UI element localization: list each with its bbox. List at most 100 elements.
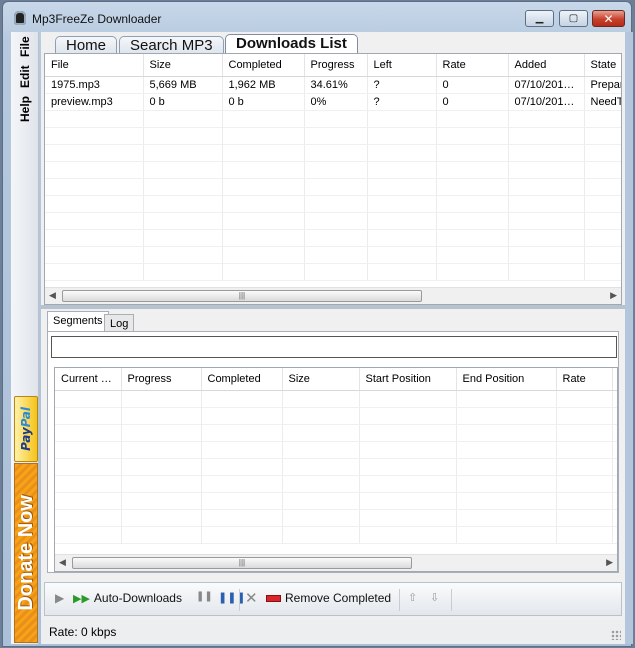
maximize-button[interactable]: ▢	[559, 10, 588, 27]
table-row-empty	[45, 161, 621, 179]
tab-downloads-list[interactable]: Downloads List	[225, 34, 358, 54]
paypal-logo[interactable]: PayPal	[14, 396, 38, 462]
col-completed[interactable]: Completed	[222, 54, 305, 77]
col-completed[interactable]: Completed	[201, 368, 283, 391]
app-window: Mp3FreeZe Downloader ▁ ▢ ✕ File Edit Hel…	[2, 1, 633, 647]
col-progress[interactable]: Progress	[121, 368, 202, 391]
table-row-empty	[45, 127, 621, 145]
cell-file: preview.mp3	[45, 93, 144, 111]
window-title: Mp3FreeZe Downloader	[32, 12, 162, 26]
move-down-icon[interactable]: ⇩	[430, 591, 439, 604]
maximize-icon: ▢	[568, 13, 579, 24]
table-row[interactable]: 1975.mp3 5,669 MB 1,962 MB 34.61% ? 0 07…	[45, 76, 621, 94]
table-row-empty	[45, 110, 621, 128]
downloads-horizontal-scrollbar[interactable]: ◀ ||| ▶	[45, 287, 621, 304]
table-row-empty	[45, 229, 621, 247]
cell-state: NeedT	[584, 93, 621, 111]
col-state[interactable]: State	[584, 54, 621, 77]
col-extra[interactable]: I	[612, 368, 617, 391]
segments-progress-field	[51, 336, 617, 358]
status-rate: Rate: 0 kbps	[49, 625, 117, 639]
cell-progress: 34.61%	[304, 76, 368, 94]
scrollbar-thumb[interactable]: |||	[62, 290, 422, 302]
scroll-left-icon[interactable]: ◀	[49, 290, 56, 301]
remove-completed-button[interactable]: Remove Completed	[266, 591, 391, 605]
cell-progress: 0%	[304, 93, 368, 111]
col-added[interactable]: Added	[508, 54, 585, 77]
segments-horizontal-scrollbar[interactable]: ◀ ||| ▶	[55, 554, 617, 571]
resize-grip-icon[interactable]	[611, 630, 621, 640]
menu-file[interactable]: File	[13, 34, 37, 60]
table-row-empty	[55, 390, 617, 408]
col-rate[interactable]: Rate	[436, 54, 509, 77]
cell-completed: 0 b	[222, 93, 305, 111]
panel-splitter[interactable]	[41, 305, 625, 309]
remove-completed-label: Remove Completed	[285, 591, 392, 605]
segments-table: Current … Progress Completed Size Start …	[55, 368, 617, 544]
toolbar-separator	[451, 589, 452, 611]
cell-rate: 0	[436, 93, 509, 111]
cell-completed: 1,962 MB	[222, 76, 305, 94]
table-row-empty	[45, 263, 621, 281]
cell-left: ?	[367, 76, 437, 94]
close-button[interactable]: ✕	[592, 10, 625, 27]
scrollbar-thumb[interactable]: |||	[72, 557, 412, 569]
tab-home[interactable]: Home	[55, 36, 118, 54]
tab-bar: Home Search MP3 Downloads List	[41, 32, 625, 54]
col-current[interactable]: Current …	[55, 368, 122, 391]
cell-added: 07/10/201…	[508, 76, 585, 94]
delete-icon[interactable]: ✕	[245, 589, 258, 607]
tab-search-mp3[interactable]: Search MP3	[119, 36, 224, 54]
fast-forward-icon: ▶▶	[73, 592, 90, 605]
menu-help[interactable]: Help	[13, 94, 37, 124]
col-end-position[interactable]: End Position	[456, 368, 557, 391]
table-row-empty	[55, 475, 617, 493]
scroll-right-icon[interactable]: ▶	[610, 290, 617, 301]
downloads-toolbar: ▶ ▶▶ Auto-Downloads ❚❚ ❚❚❚ ✕ Remove Comp…	[44, 582, 622, 616]
donate-now-button[interactable]: Donate Now	[14, 463, 38, 643]
table-row-empty	[55, 458, 617, 476]
scroll-left-icon[interactable]: ◀	[59, 557, 66, 568]
minimize-icon: ▁	[535, 13, 544, 24]
auto-downloads-button[interactable]: ▶▶ Auto-Downloads	[73, 591, 182, 605]
move-up-icon[interactable]: ⇧	[408, 591, 417, 604]
table-row-empty	[55, 509, 617, 527]
col-rate[interactable]: Rate	[556, 368, 613, 391]
col-progress[interactable]: Progress	[304, 54, 368, 77]
toolbar-separator	[239, 589, 240, 611]
title-bar[interactable]: Mp3FreeZe Downloader ▁ ▢ ✕	[3, 2, 631, 34]
table-row-empty	[45, 144, 621, 162]
tab-log[interactable]: Log	[104, 314, 135, 332]
pause-icon[interactable]: ❚❚	[196, 591, 213, 602]
table-row-empty	[45, 195, 621, 213]
col-left[interactable]: Left	[367, 54, 437, 77]
table-row-empty	[45, 178, 621, 196]
pause-all-icon[interactable]: ❚❚❚	[218, 591, 246, 604]
downloads-table: File Size Completed Progress Left Rate A…	[45, 54, 621, 281]
table-row-empty	[45, 246, 621, 264]
menu-strip: File Edit Help PayPal Donate Now	[11, 32, 39, 644]
tab-segments[interactable]: Segments	[47, 311, 109, 332]
table-row[interactable]: preview.mp3 0 b 0 b 0% ? 0 07/10/201… Ne…	[45, 93, 621, 111]
col-file[interactable]: File	[45, 54, 144, 77]
status-bar: Rate: 0 kbps	[41, 620, 625, 644]
segments-table-container: Current … Progress Completed Size Start …	[54, 367, 618, 572]
table-row-empty	[45, 212, 621, 230]
table-row-empty	[55, 424, 617, 442]
col-size[interactable]: Size	[282, 368, 360, 391]
close-icon: ✕	[603, 11, 614, 26]
donate-now-label: Donate Now	[14, 495, 37, 611]
cell-state: Prepar	[584, 76, 621, 94]
cell-added: 07/10/201…	[508, 93, 585, 111]
scroll-right-icon[interactable]: ▶	[606, 557, 613, 568]
segments-area: Current … Progress Completed Size Start …	[47, 331, 619, 573]
downloads-header-row: File Size Completed Progress Left Rate A…	[45, 54, 621, 77]
col-size[interactable]: Size	[143, 54, 223, 77]
cell-size: 5,669 MB	[143, 76, 223, 94]
col-start-position[interactable]: Start Position	[359, 368, 457, 391]
minimize-button[interactable]: ▁	[525, 10, 554, 27]
window-frame-right	[625, 32, 633, 644]
downloads-list-panel: File Size Completed Progress Left Rate A…	[44, 53, 622, 305]
play-icon[interactable]: ▶	[55, 591, 64, 605]
menu-edit[interactable]: Edit	[13, 64, 37, 90]
